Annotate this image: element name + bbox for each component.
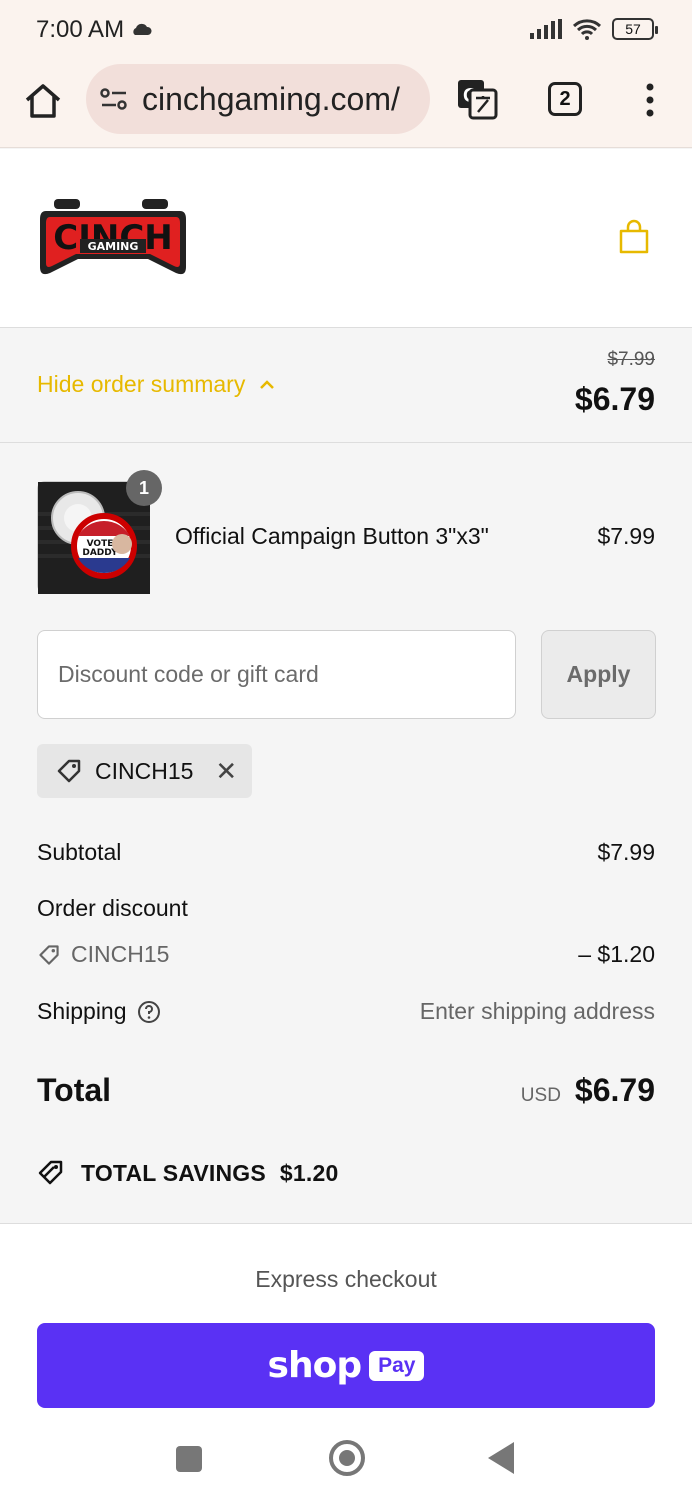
logo-subtext: GAMING bbox=[88, 240, 139, 253]
store-header: CINCH GAMING bbox=[0, 149, 692, 328]
tag-icon bbox=[39, 944, 59, 965]
signal-icon bbox=[530, 19, 562, 39]
more-options-icon[interactable] bbox=[640, 82, 660, 118]
applied-code-label: CINCH15 bbox=[95, 757, 194, 784]
svg-text:DADDY: DADDY bbox=[82, 548, 118, 558]
product-price: $7.99 bbox=[597, 523, 655, 549]
help-icon[interactable] bbox=[137, 1000, 161, 1024]
tab-switcher-button[interactable]: 2 bbox=[548, 82, 582, 116]
chevron-up-icon bbox=[260, 379, 275, 389]
status-time: 7:00 AM bbox=[36, 16, 125, 43]
shipping-label: Shipping bbox=[37, 998, 127, 1024]
battery-indicator: 57 bbox=[612, 18, 658, 40]
order-discount-row: Order discount bbox=[37, 895, 655, 922]
quantity-badge: 1 bbox=[126, 470, 162, 506]
hide-order-summary-toggle[interactable]: Hide order summary bbox=[37, 371, 275, 398]
browser-toolbar: cinchgaming.com/ G 2 bbox=[0, 62, 692, 148]
cinch-gaming-logo[interactable]: CINCH GAMING bbox=[38, 197, 188, 281]
savings-tag-icon bbox=[38, 1160, 63, 1185]
discount-code-input[interactable] bbox=[37, 630, 516, 719]
subtotal-label: Subtotal bbox=[37, 839, 122, 865]
total-currency: USD bbox=[520, 1085, 561, 1106]
wifi-icon bbox=[572, 19, 602, 40]
express-checkout-title: Express checkout bbox=[255, 1266, 437, 1292]
home-icon[interactable] bbox=[22, 80, 64, 122]
subtotal-row: Subtotal $7.99 bbox=[37, 839, 655, 866]
product-thumbnail: VOTE DADDY 1 bbox=[37, 470, 162, 594]
address-bar[interactable]: cinchgaming.com/ bbox=[86, 64, 430, 134]
summary-price: $6.79 bbox=[574, 381, 655, 417]
cloud-icon bbox=[133, 23, 152, 35]
subtotal-value: $7.99 bbox=[597, 839, 655, 865]
shopping-bag-icon[interactable] bbox=[618, 219, 650, 255]
shipping-row: Shipping Enter shipping address bbox=[37, 998, 655, 1025]
shop-pay-badge: Pay bbox=[369, 1350, 425, 1381]
recent-apps-icon[interactable] bbox=[176, 1446, 202, 1472]
system-nav-bar bbox=[0, 1418, 692, 1500]
order-discount-label: Order discount bbox=[37, 895, 188, 921]
shop-pay-button[interactable]: shop Pay bbox=[37, 1323, 655, 1408]
status-indicators: 57 bbox=[530, 18, 658, 40]
shipping-value: Enter shipping address bbox=[419, 998, 655, 1024]
discount-code-name: CINCH15 bbox=[71, 941, 170, 967]
total-savings: TOTAL SAVINGS $1.20 bbox=[37, 1158, 338, 1188]
line-item: VOTE DADDY 1 Official Campaign Button 3"… bbox=[37, 470, 655, 594]
savings-label: TOTAL SAVINGS bbox=[81, 1159, 266, 1186]
applied-discount-chip: CINCH15 ✕ bbox=[37, 744, 252, 798]
status-bar: 7:00 AM 57 bbox=[0, 0, 692, 62]
back-icon[interactable] bbox=[488, 1442, 514, 1474]
discount-code-row: CINCH15 – $1.20 bbox=[37, 941, 655, 968]
total-row: Total USD $6.79 bbox=[37, 1072, 655, 1116]
site-settings-icon[interactable] bbox=[100, 87, 128, 111]
apply-discount-button[interactable]: Apply bbox=[541, 630, 656, 719]
savings-value: $1.20 bbox=[279, 1159, 339, 1186]
discount-amount: – $1.20 bbox=[578, 941, 655, 967]
home-nav-icon[interactable] bbox=[329, 1440, 365, 1476]
total-value: $6.79 bbox=[574, 1072, 655, 1108]
url-text: cinchgaming.com/ bbox=[142, 80, 400, 117]
total-label: Total bbox=[37, 1072, 112, 1108]
order-summary-bar: Hide order summary $7.99 $6.79 bbox=[0, 329, 692, 443]
original-price: $7.99 bbox=[607, 349, 655, 370]
shop-pay-wordmark: shop bbox=[267, 1345, 363, 1386]
remove-discount-icon[interactable]: ✕ bbox=[215, 756, 237, 787]
product-name: Official Campaign Button 3"x3" bbox=[175, 523, 489, 549]
translate-icon[interactable]: G bbox=[456, 78, 498, 120]
tag-icon bbox=[57, 759, 81, 783]
summary-toggle-label: Hide order summary bbox=[37, 371, 246, 397]
